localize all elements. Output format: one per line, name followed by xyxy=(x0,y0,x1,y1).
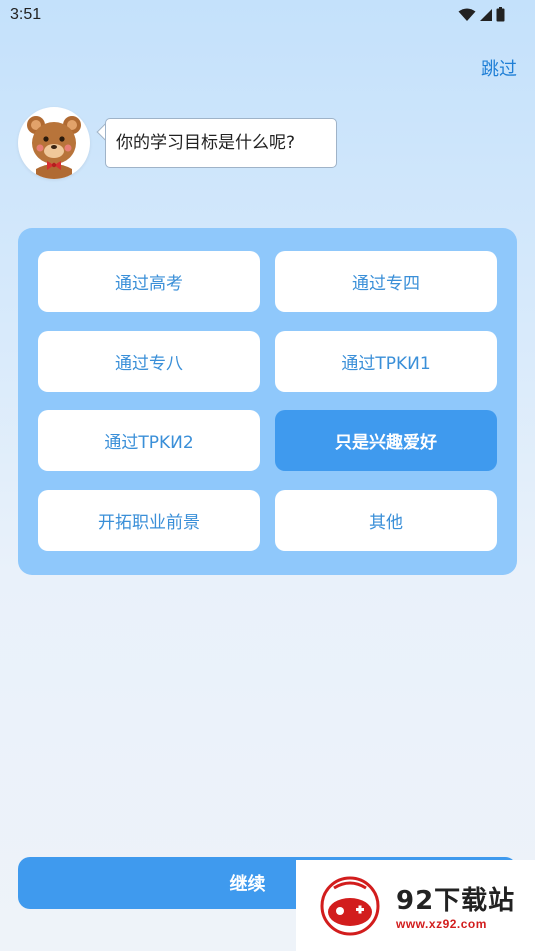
watermark: 92下载站 www.xz92.com xyxy=(296,860,535,951)
battery-icon xyxy=(496,7,505,22)
wifi-icon xyxy=(458,8,476,21)
question-bubble: 你的学习目标是什么呢? xyxy=(105,118,337,168)
watermark-logo-icon xyxy=(320,876,380,935)
bear-mascot-icon xyxy=(27,116,81,179)
cell-signal-icon xyxy=(480,8,492,21)
status-time: 3:51 xyxy=(10,6,42,23)
status-icons xyxy=(458,7,505,22)
option-career[interactable]: 开拓职业前景 xyxy=(38,490,260,551)
skip-button[interactable]: 跳过 xyxy=(481,55,517,81)
continue-label: 继续 xyxy=(229,874,266,895)
options-panel: 通过高考 通过专四 通过专八 通过TPKИ1 通过TPKИ2 只是兴趣爱好 开拓… xyxy=(18,228,517,575)
option-trki2[interactable]: 通过TPKИ2 xyxy=(38,410,260,471)
watermark-title: 92下载站 xyxy=(396,886,516,916)
option-other[interactable]: 其他 xyxy=(275,490,497,551)
avatar xyxy=(18,107,90,179)
option-tem8[interactable]: 通过专八 xyxy=(38,331,260,392)
option-tem4[interactable]: 通过专四 xyxy=(275,251,497,312)
option-gaokao[interactable]: 通过高考 xyxy=(38,251,260,312)
watermark-url: www.xz92.com xyxy=(396,917,487,931)
option-interest[interactable]: 只是兴趣爱好 xyxy=(275,410,497,471)
status-bar: 3:51 xyxy=(0,0,535,32)
watermark-text: 92下载站 www.xz92.com xyxy=(396,880,515,931)
option-trki1[interactable]: 通过TPKИ1 xyxy=(275,331,497,392)
